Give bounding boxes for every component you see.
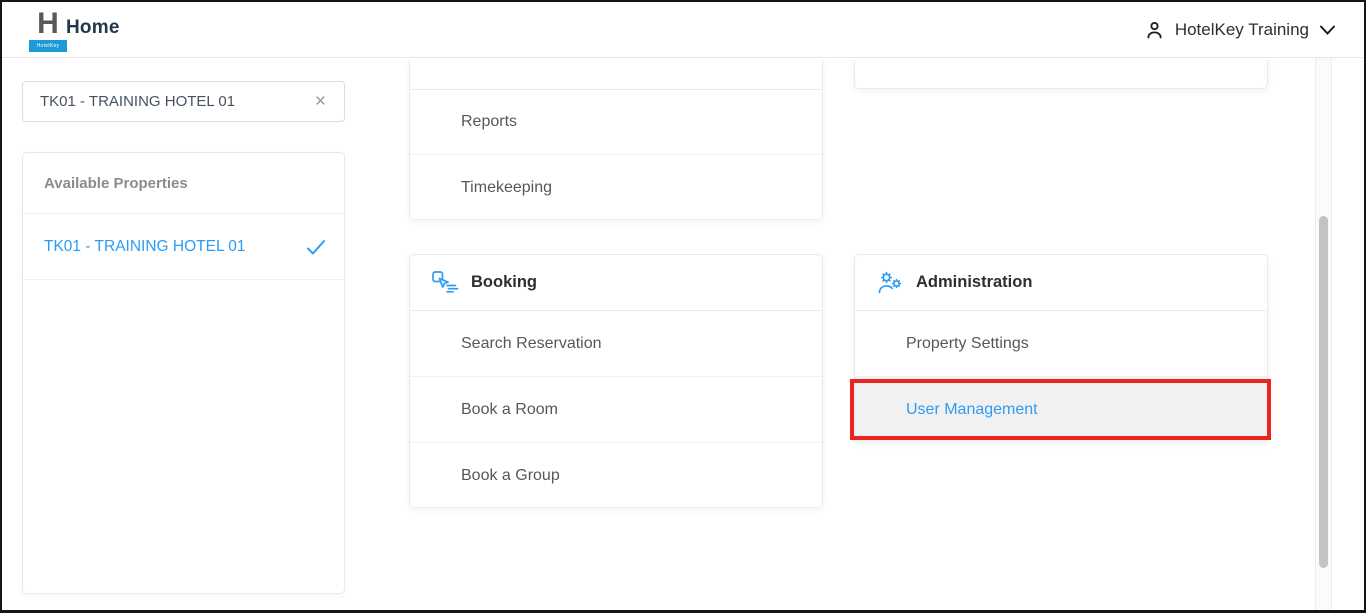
admin-user-gear-icon [877,271,904,295]
menu-item-book-a-room[interactable]: Book a Room [410,377,822,443]
booking-card: Booking Search Reservation Book a Room B… [409,254,823,508]
user-name-label: HotelKey Training [1175,20,1309,40]
property-menu-card-partial: Reports Timekeeping [409,60,823,220]
menu-item-label: Book a Room [461,401,558,419]
cut-off-row [410,60,822,90]
property-item-label: TK01 - TRAINING HOTEL 01 [44,238,306,256]
menu-item-user-management[interactable]: User Management [855,377,1267,443]
menu-item-timekeeping[interactable]: Timekeeping [410,155,822,220]
menu-item-label: Reports [461,113,517,131]
booking-card-title: Booking [471,273,537,292]
selected-check-icon [306,239,326,255]
vertical-scrollbar-track[interactable] [1315,58,1332,610]
cut-off-card-bottom [854,60,1268,89]
logo-letter: H [29,9,67,39]
menu-item-label: User Management [906,401,1038,419]
available-properties-title: Available Properties [23,153,344,214]
booking-card-header: Booking [410,255,822,311]
administration-card-header: Administration [855,255,1267,311]
property-item-tk01[interactable]: TK01 - TRAINING HOTEL 01 [23,214,344,280]
menu-item-label: Book a Group [461,467,560,485]
vertical-scrollbar-thumb[interactable] [1319,216,1328,568]
menu-item-label: Property Settings [906,335,1029,353]
user-account-menu[interactable]: HotelKey Training [1144,2,1336,57]
property-search-input[interactable]: TK01 - TRAINING HOTEL 01 × [22,81,345,122]
logo-brand-label: HotelKey [29,40,67,52]
clear-search-icon[interactable]: × [311,90,330,113]
menu-item-label: Search Reservation [461,335,602,353]
hotelkey-logo[interactable]: H HotelKey [29,9,67,52]
chevron-down-icon [1319,24,1336,36]
app-window: H HotelKey Home HotelKey Training TK01 -… [0,0,1366,613]
booking-click-icon [432,271,459,294]
person-outline-icon [1144,19,1165,41]
search-input-value: TK01 - TRAINING HOTEL 01 [40,93,311,110]
menu-item-search-reservation[interactable]: Search Reservation [410,311,822,377]
page-title: Home [66,17,120,39]
top-bar: H HotelKey Home HotelKey Training [2,2,1364,58]
administration-card: Administration Property Settings User Ma… [854,254,1268,442]
menu-item-property-settings[interactable]: Property Settings [855,311,1267,377]
menu-item-reports[interactable]: Reports [410,90,822,155]
administration-card-title: Administration [916,273,1032,292]
available-properties-panel: Available Properties TK01 - TRAINING HOT… [22,152,345,594]
menu-item-label: Timekeeping [461,179,552,197]
menu-item-book-a-group[interactable]: Book a Group [410,443,822,509]
